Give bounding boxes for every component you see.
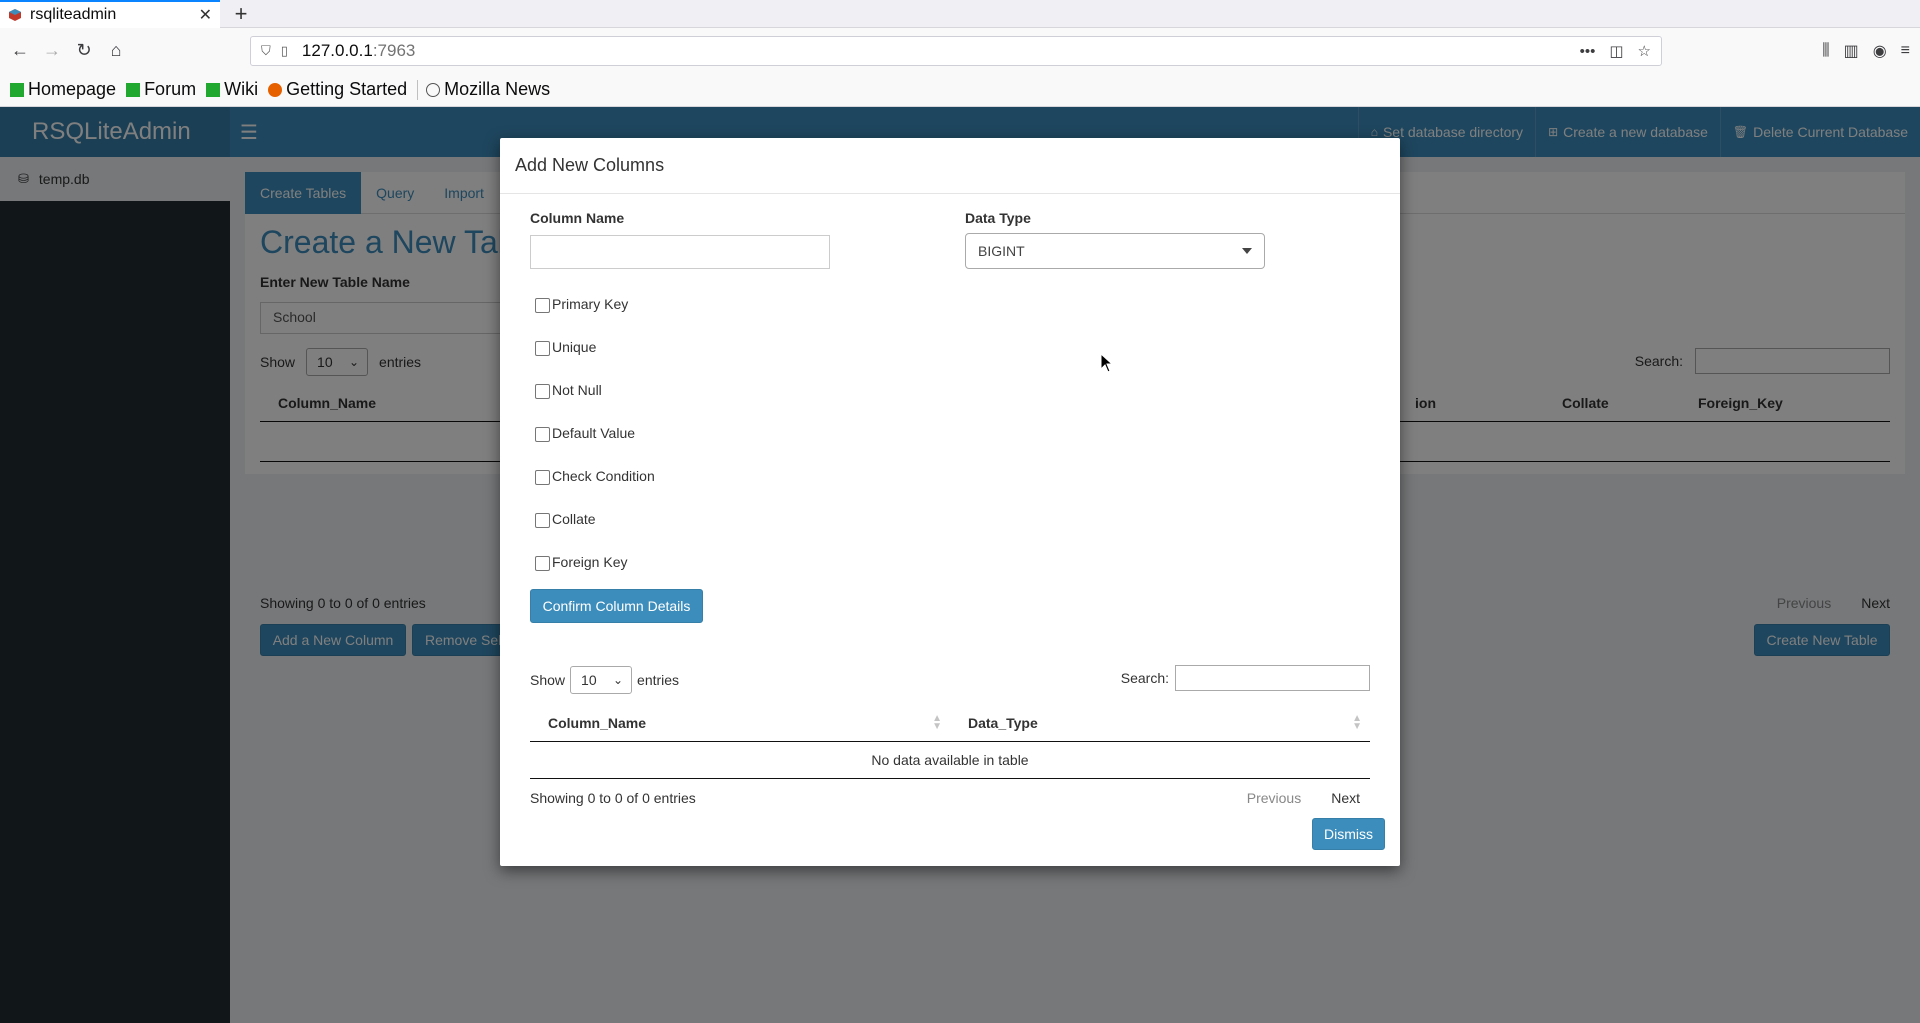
default-value-option[interactable]: Default Value — [535, 422, 635, 444]
primary-key-checkbox[interactable] — [535, 298, 550, 313]
modal-pagination: Previous Next — [1237, 790, 1370, 806]
home-icon[interactable]: ⌂ — [100, 28, 132, 73]
bookmark-mozilla-news[interactable]: Mozilla News — [426, 79, 550, 100]
bookmark-separator — [417, 79, 419, 100]
modal-title: Add New Columns — [515, 155, 665, 175]
sidebar-toggle-icon[interactable]: ▥ — [1844, 41, 1859, 61]
modal-next-button[interactable]: Next — [1321, 790, 1370, 806]
checkbox-label: Default Value — [552, 425, 636, 441]
page-icon: ▯ — [280, 43, 288, 58]
search-label: Search: — [1120, 670, 1169, 686]
chevron-down-icon: ⌄ — [612, 673, 624, 687]
bookmark-favicon-icon — [126, 82, 141, 97]
check-condition-option[interactable]: Check Condition — [535, 465, 655, 487]
column-name-label: Column Name — [530, 210, 625, 226]
url-text: 127.0.0.1:7963 — [301, 41, 416, 60]
show-label: Show — [530, 672, 566, 688]
bookmark-wiki[interactable]: Wiki — [206, 79, 258, 100]
column-name-input[interactable] — [530, 235, 830, 269]
bookmark-forum[interactable]: Forum — [126, 79, 196, 100]
sort-icon: ▲ ▼ — [932, 712, 942, 732]
not-null-checkbox[interactable] — [535, 384, 550, 399]
bookmark-favicon-icon — [10, 82, 24, 97]
unique-option[interactable]: Unique — [535, 336, 596, 358]
bookmark-getting-started[interactable]: Getting Started — [268, 79, 407, 100]
browser-tab[interactable]: rsqliteadmin ✕ — [0, 0, 220, 28]
tab-title: rsqliteadmin — [30, 6, 117, 23]
collate-checkbox[interactable] — [535, 513, 550, 528]
new-tab-icon[interactable]: + — [230, 0, 252, 28]
pocket-icon[interactable]: ◫ — [1609, 42, 1623, 60]
checkbox-label: Not Null — [552, 382, 602, 398]
confirm-column-button[interactable]: Confirm Column Details — [530, 589, 703, 623]
add-columns-modal: Add New Columns Column Name Data Type BI… — [500, 138, 1400, 866]
modal-prev-button[interactable]: Previous — [1237, 790, 1311, 806]
checkbox-label: Check Condition — [552, 468, 655, 484]
columns-preview-table: Column_Name ▲ ▼ Data_Type ▲ ▼ No data avai… — [530, 704, 1370, 779]
caret-down-icon — [1242, 248, 1252, 254]
browser-tabbar: rsqliteadmin ✕ + — [0, 0, 1920, 28]
forward-icon[interactable]: → — [36, 28, 68, 73]
modal-search-input[interactable] — [1175, 665, 1370, 691]
data-type-value: BIGINT — [978, 243, 1025, 259]
url-bar[interactable]: ⛉ ▯ 127.0.0.1:7963 ••• ◫ ☆ — [250, 36, 1662, 66]
foreign-key-checkbox[interactable] — [535, 556, 550, 571]
modal-length-control: Show 10 ⌄ entries — [530, 665, 679, 695]
checkbox-label: Unique — [552, 339, 597, 355]
modal-entries-select[interactable]: 10 ⌄ — [570, 666, 633, 694]
library-icon[interactable]: ⫼ — [1822, 42, 1829, 60]
checkbox-label: Primary Key — [552, 296, 629, 312]
default-value-checkbox[interactable] — [535, 427, 550, 442]
unique-checkbox[interactable] — [535, 341, 550, 356]
account-icon[interactable]: ◉ — [1873, 41, 1887, 61]
reload-icon[interactable]: ↻ — [68, 28, 100, 73]
not-null-option[interactable]: Not Null — [535, 379, 602, 401]
modal-table-info: Showing 0 to 0 of 0 entries — [530, 790, 696, 806]
column-name-header[interactable]: Column_Name ▲ ▼ — [530, 704, 950, 741]
rsqliteadmin-favicon-icon — [8, 8, 22, 22]
empty-table-message: No data available in table — [530, 742, 1370, 779]
primary-key-option[interactable]: Primary Key — [535, 293, 628, 315]
page-actions-icon[interactable]: ••• — [1580, 43, 1596, 60]
bookmark-star-icon[interactable]: ☆ — [1638, 42, 1651, 60]
bookmark-favicon-icon — [206, 82, 221, 97]
data-type-header[interactable]: Data_Type ▲ ▼ — [950, 704, 1370, 741]
firefox-icon — [268, 82, 283, 97]
browser-navbar: ← → ↻ ⌂ ⛉ ▯ 127.0.0.1:7963 ••• ◫ ☆ ⫼ ▥ ◉… — [0, 28, 1920, 73]
shield-icon: ⛉ — [261, 43, 271, 58]
entries-label: entries — [637, 672, 680, 688]
checkbox-label: Foreign Key — [552, 554, 628, 570]
data-type-label: Data Type — [965, 210, 1031, 226]
data-type-select[interactable]: BIGINT — [965, 233, 1265, 269]
dismiss-button[interactable]: Dismiss — [1312, 818, 1385, 850]
bookmark-homepage[interactable]: Homepage — [10, 79, 116, 100]
collate-option[interactable]: Collate — [535, 508, 596, 530]
close-tab-icon[interactable]: ✕ — [199, 5, 212, 25]
globe-icon — [426, 82, 441, 97]
menu-icon[interactable]: ≡ — [1901, 42, 1910, 60]
check-condition-checkbox[interactable] — [535, 470, 550, 485]
modal-header: Add New Columns — [500, 138, 1400, 194]
modal-search-control: Search: — [1121, 664, 1370, 692]
checkbox-label: Collate — [552, 511, 596, 527]
foreign-key-option[interactable]: Foreign Key — [535, 551, 627, 573]
table-header: Column_Name ▲ ▼ Data_Type ▲ ▼ — [530, 704, 1370, 742]
sort-icon: ▲ ▼ — [1352, 712, 1362, 732]
back-icon[interactable]: ← — [4, 28, 36, 73]
bookmarks-bar: Homepage Forum Wiki Getting Started Mozi… — [0, 73, 1920, 107]
